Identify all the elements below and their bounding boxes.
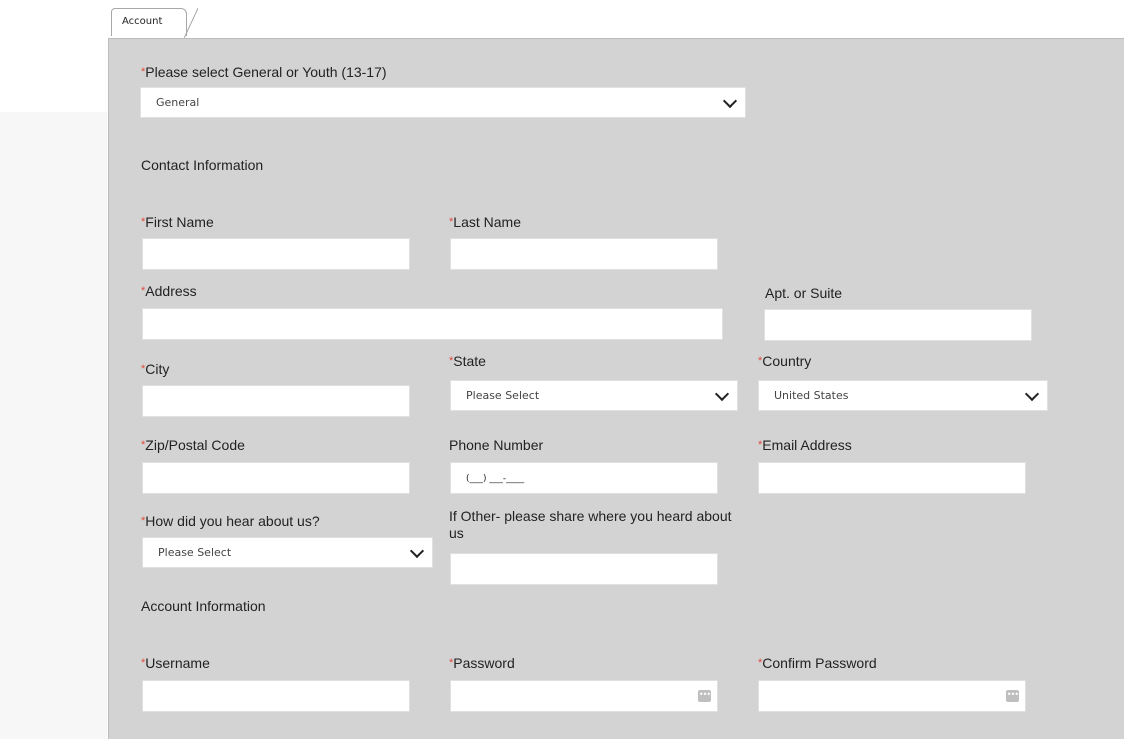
other-source-label: If Other- please share where you heard a… [449, 508, 732, 541]
membership-type-value: General [156, 96, 200, 109]
chevron-down-icon [409, 543, 425, 559]
tab-account-label: Account [122, 16, 163, 27]
membership-type-select[interactable]: General [140, 87, 746, 118]
address-label: *Address [141, 283, 197, 299]
referral-source-select[interactable]: Please Select [142, 537, 433, 568]
zip-code-input[interactable] [142, 462, 410, 494]
apt-suite-input[interactable] [764, 309, 1032, 341]
phone-number-mask: (___) ___-____ [466, 474, 525, 484]
country-select[interactable]: United States [758, 380, 1048, 411]
password-input[interactable]: ••• [450, 680, 718, 712]
last-name-label: *Last Name [449, 214, 521, 230]
contact-information-heading: Contact Information [141, 157, 264, 173]
first-name-input[interactable] [142, 238, 410, 270]
referral-source-value: Please Select [158, 546, 232, 559]
city-label: *City [141, 361, 170, 377]
account-form-panel: *Please select General or Youth (13-17) … [108, 38, 1124, 739]
membership-type-label: *Please select General or Youth (13-17) [141, 64, 387, 80]
ellipsis-icon[interactable]: ••• [698, 690, 711, 702]
confirm-password-input[interactable]: ••• [758, 680, 1026, 712]
username-input[interactable] [142, 680, 410, 712]
other-source-input[interactable] [450, 553, 718, 585]
country-select-value: United States [774, 389, 849, 402]
address-input[interactable] [142, 308, 723, 340]
chevron-down-icon [722, 93, 738, 109]
zip-code-label: *Zip/Postal Code [141, 437, 245, 453]
email-address-input[interactable] [758, 462, 1026, 494]
first-name-label: *First Name [141, 214, 214, 230]
state-label: *State [449, 353, 486, 369]
username-label: *Username [141, 655, 210, 671]
state-select-value: Please Select [466, 389, 540, 402]
chevron-down-icon [714, 386, 730, 402]
tab-account[interactable]: Account [111, 8, 198, 38]
account-information-heading: Account Information [141, 598, 266, 614]
city-input[interactable] [142, 385, 410, 417]
phone-number-label: Phone Number [449, 437, 544, 453]
last-name-input[interactable] [450, 238, 718, 270]
password-label: *Password [449, 655, 515, 671]
left-sidebar-strip [0, 112, 107, 739]
state-select[interactable]: Please Select [450, 380, 738, 411]
ellipsis-icon[interactable]: ••• [1006, 690, 1019, 702]
referral-source-label: *How did you hear about us? [141, 513, 320, 529]
confirm-password-label: *Confirm Password [758, 655, 877, 671]
email-address-label: *Email Address [758, 437, 852, 453]
chevron-down-icon [1024, 386, 1040, 402]
apt-suite-label: Apt. or Suite [765, 285, 843, 301]
country-label: *Country [758, 353, 812, 369]
phone-number-input[interactable]: (___) ___-____ [450, 462, 718, 494]
